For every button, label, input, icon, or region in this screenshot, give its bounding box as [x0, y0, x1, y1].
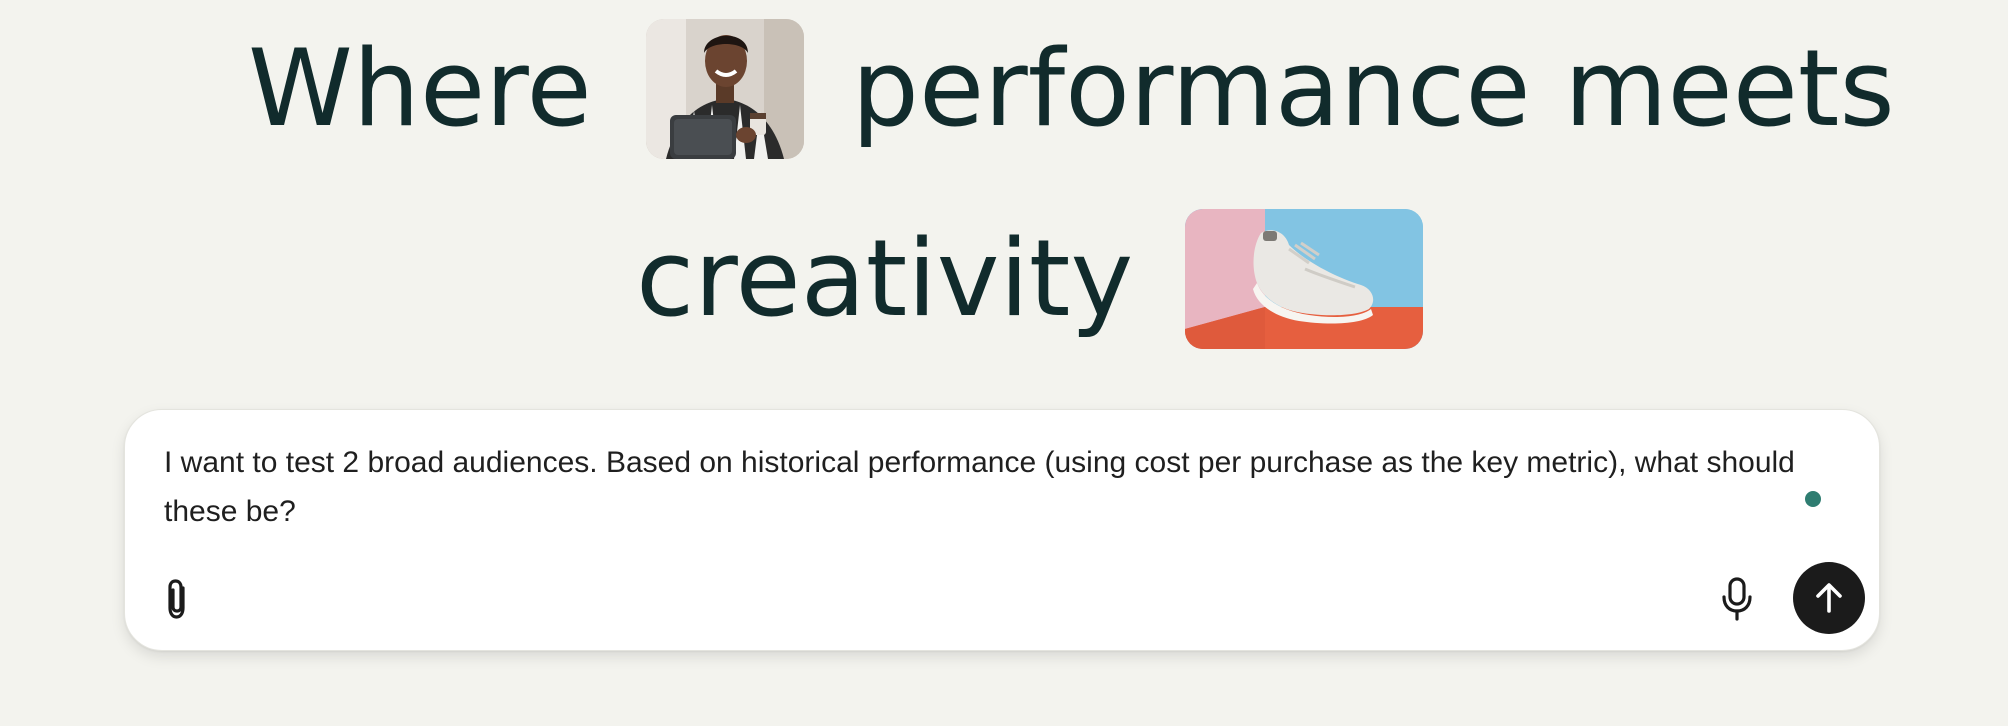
status-indicator-dot: [1805, 491, 1821, 507]
headline-word-performance-meets: performance meets: [851, 27, 1895, 150]
woman-with-laptop-image: [645, 19, 804, 159]
microphone-icon: [1722, 577, 1752, 621]
headline-line-2: creativity: [636, 206, 1424, 352]
sneaker-image: [1185, 209, 1424, 349]
sneaker-illustration: [1185, 209, 1424, 349]
attach-button[interactable]: [155, 574, 199, 624]
prompt-input[interactable]: I want to test 2 broad audiences. Based …: [164, 438, 1844, 536]
prompt-composer: I want to test 2 broad audiences. Based …: [124, 409, 1880, 651]
headline-line-1: Where performance meets: [248, 16, 1895, 162]
paperclip-icon: [168, 579, 185, 619]
headline-word-where: Where: [248, 27, 592, 150]
send-button[interactable]: [1793, 562, 1865, 634]
microphone-button[interactable]: [1715, 574, 1759, 624]
woman-with-laptop-illustration: [645, 19, 804, 159]
hero-headline: Where performance meets creativity: [0, 0, 2008, 380]
arrow-up-icon: [1816, 583, 1842, 613]
headline-word-creativity: creativity: [636, 217, 1134, 340]
